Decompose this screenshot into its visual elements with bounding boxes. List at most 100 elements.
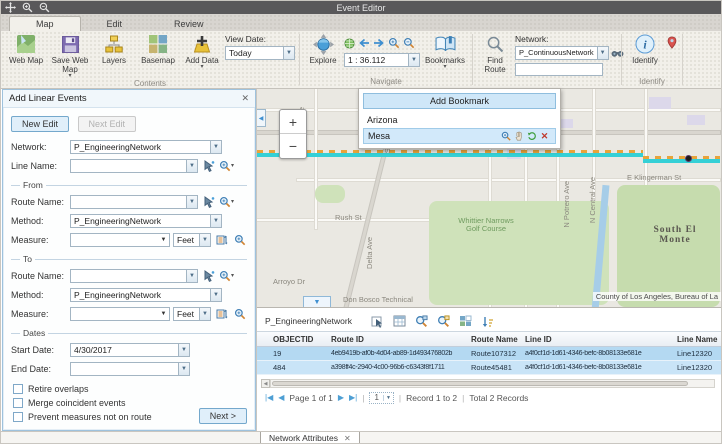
start-date-label: Start Date: — [11, 345, 67, 355]
zoom-to-selection-icon[interactable] — [415, 315, 428, 328]
grid-hscrollbar[interactable]: ◀ — [261, 379, 715, 388]
grid-body: 194eb9419b-af0b-4d04-ab89-1d493476802bRo… — [257, 347, 721, 375]
bookmark-item-arizona[interactable]: Arizona — [363, 112, 556, 128]
route-highlight[interactable] — [257, 153, 643, 157]
table-cell: Route107312 — [467, 349, 521, 358]
column-header[interactable]: OBJECTID — [269, 335, 327, 344]
collapse-left-panel-button[interactable]: ◀ — [257, 109, 266, 127]
add-data-button[interactable]: Add Data ▾ — [181, 32, 223, 70]
from-method-select[interactable]: P_EngineeringNetwork ▼ — [70, 214, 222, 228]
add-bookmark-button[interactable]: Add Bookmark — [363, 93, 556, 109]
first-page-icon[interactable]: |◀ — [265, 393, 273, 402]
to-route-name-select[interactable]: ▼ — [70, 269, 198, 283]
select-on-map-icon[interactable] — [201, 160, 216, 173]
chevron-down-icon: ▼ — [199, 234, 210, 246]
to-unit-select[interactable]: Feet ▼ — [173, 307, 211, 321]
to-method-select[interactable]: P_EngineeringNetwork ▼ — [70, 288, 222, 302]
table-row[interactable]: 484a398ff4c-2940-4c00-96b6-c6343f8f1711R… — [257, 361, 721, 375]
close-icon[interactable]: ✕ — [241, 93, 249, 104]
tab-map[interactable]: Map — [9, 16, 81, 31]
measure-label: Measure: — [11, 235, 67, 245]
scroll-left-icon[interactable]: ◀ — [261, 379, 270, 388]
next-button[interactable]: Next > — [199, 408, 247, 424]
next-page-icon[interactable]: ▶ — [338, 393, 344, 402]
view-date-field: View Date: Today ▼ — [225, 32, 295, 60]
pan-icon[interactable] — [5, 2, 16, 13]
last-page-icon[interactable]: ▶| — [349, 393, 357, 402]
collapse-table-button[interactable]: ▼ — [303, 296, 331, 307]
column-header[interactable]: Route ID — [327, 335, 467, 344]
switch-selection-icon[interactable] — [459, 315, 472, 327]
route-search-input[interactable] — [515, 63, 603, 76]
refresh-bookmark-icon[interactable] — [525, 131, 538, 141]
zoom-icon[interactable] — [232, 234, 247, 247]
zoom-menu-icon[interactable]: ▾ — [219, 160, 234, 173]
route-name-label: Route Name: — [11, 271, 67, 281]
network-label: Network: — [11, 142, 67, 152]
select-records-icon[interactable] — [371, 315, 384, 328]
line-name-select[interactable]: ▼ — [70, 159, 198, 173]
zoom-menu-icon[interactable]: ▾ — [219, 270, 234, 283]
table-row[interactable]: 194eb9419b-af0b-4d04-ab89-1d493476802bRo… — [257, 347, 721, 361]
pan-to-bookmark-icon[interactable] — [512, 131, 525, 141]
measure-on-map-icon[interactable] — [214, 308, 229, 321]
next-extent-icon[interactable] — [373, 38, 385, 48]
column-header[interactable]: Line Name — [673, 335, 721, 344]
save-web-map-button[interactable]: Save Web Map ▾ — [49, 32, 91, 79]
popup-pin-icon[interactable] — [666, 32, 678, 49]
zoom-out-icon[interactable] — [39, 2, 50, 13]
tab-edit[interactable]: Edit — [81, 17, 149, 31]
page-select[interactable]: 1▼ — [369, 392, 393, 404]
find-route-button[interactable]: Find Route — [477, 32, 513, 74]
column-header[interactable]: Line ID — [521, 335, 673, 344]
explore-button[interactable]: Explore — [304, 32, 342, 65]
zoom-in-icon[interactable] — [22, 2, 33, 13]
identify-button[interactable]: i Identify — [626, 32, 664, 65]
select-on-map-icon[interactable] — [201, 196, 216, 209]
new-edit-button[interactable]: New Edit — [11, 116, 69, 132]
chevron-down-icon: ▾ — [200, 65, 203, 70]
web-map-button[interactable]: Web Map — [5, 32, 47, 65]
basemap-button[interactable]: Basemap — [137, 32, 179, 65]
bookmarks-button[interactable]: Bookmarks ▾ — [422, 32, 468, 70]
select-on-map-icon[interactable] — [201, 270, 216, 283]
delete-bookmark-icon[interactable]: ✕ — [538, 131, 551, 142]
route-name-label: Route Name: — [11, 197, 67, 207]
from-route-name-select[interactable]: ▼ — [70, 195, 198, 209]
layers-button[interactable]: Layers — [93, 32, 135, 65]
zoom-out-icon[interactable] — [403, 37, 415, 49]
network-select[interactable]: P_ContinuousNetwork ▼ — [515, 46, 609, 60]
retire-overlaps-checkbox[interactable]: Retire overlaps — [13, 384, 247, 394]
measure-on-map-icon[interactable] — [214, 234, 229, 247]
from-unit-select[interactable]: Feet ▼ — [173, 233, 211, 247]
start-date-input[interactable]: 4/30/2017 ▼ — [70, 343, 190, 357]
previous-extent-icon[interactable] — [358, 38, 370, 48]
network-select[interactable]: P_EngineeringNetwork ▼ — [70, 140, 222, 154]
chevron-down-icon: ▼ — [597, 47, 608, 59]
map-zoom-out-button[interactable]: − — [280, 134, 306, 158]
scrollbar-thumb[interactable] — [272, 381, 688, 386]
chevron-down-icon: ▼ — [210, 141, 221, 153]
merge-coincident-checkbox[interactable]: Merge coincident events — [13, 398, 247, 408]
column-header[interactable]: Route Name — [467, 335, 521, 344]
zoom-to-bookmark-icon[interactable] — [499, 131, 512, 141]
map-zoom-in-button[interactable]: + — [280, 110, 306, 134]
tab-network-attributes[interactable]: Network Attributes ✕ — [260, 432, 360, 444]
full-extent-icon[interactable] — [344, 38, 355, 49]
scale-select[interactable]: 1 : 36.112 ▼ — [344, 53, 420, 67]
to-measure-input[interactable]: ▼ — [70, 307, 170, 321]
tab-review[interactable]: Review — [148, 17, 230, 31]
from-measure-input[interactable]: ▼ — [70, 233, 170, 247]
end-date-input[interactable]: ▼ — [70, 362, 190, 376]
close-icon[interactable]: ✕ — [344, 434, 351, 443]
zoom-icon[interactable] — [232, 308, 247, 321]
table-options-icon[interactable] — [393, 315, 406, 327]
zoom-menu-icon[interactable]: ▾ — [219, 196, 234, 209]
zoom-in-icon[interactable] — [388, 37, 400, 49]
bookmark-item-mesa[interactable]: Mesa ✕ — [363, 128, 556, 144]
pan-to-selection-icon[interactable] — [437, 315, 450, 328]
sort-icon[interactable] — [481, 315, 494, 328]
prev-page-icon[interactable]: ◀ — [278, 393, 284, 402]
view-date-select[interactable]: Today ▼ — [225, 46, 295, 60]
route-point-marker[interactable] — [685, 155, 692, 162]
